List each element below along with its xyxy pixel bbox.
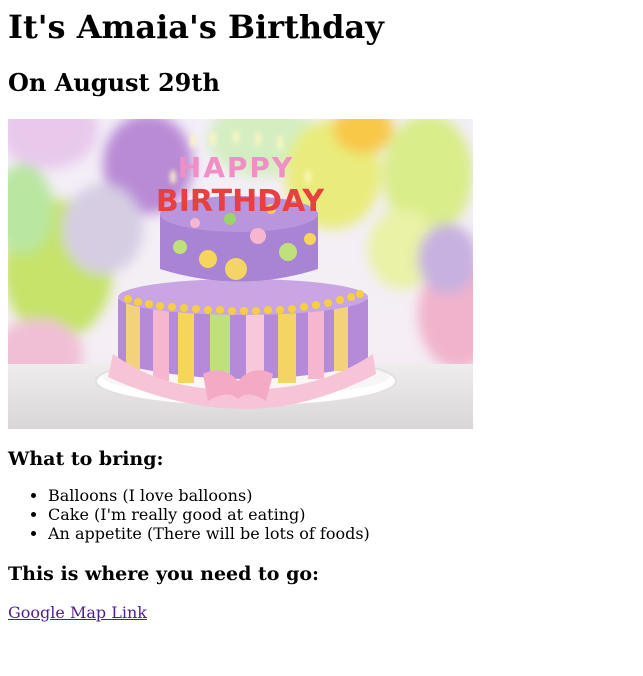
page-content: It's Amaia's Birthday On August 29th HAP…	[0, 8, 643, 622]
bring-heading: What to bring:	[8, 448, 164, 470]
list-item: An appetite (There will be lots of foods…	[48, 524, 635, 543]
list-item: Cake (I'm really good at eating)	[48, 505, 635, 524]
cake-text-happy: HAPPY	[178, 151, 294, 184]
google-map-link[interactable]: Google Map Link	[8, 603, 147, 622]
directions-heading: This is where you need to go:	[8, 563, 320, 585]
list-item: Balloons (I love balloons)	[48, 486, 635, 505]
birthday-cake-image: HAPPY BIRTHDAY	[8, 119, 473, 429]
cake-text-birthday: BIRTHDAY	[156, 184, 326, 219]
event-date: On August 29th	[8, 68, 220, 97]
bring-list: Balloons (I love balloons) Cake (I'm rea…	[8, 486, 635, 543]
page-title: It's Amaia's Birthday	[8, 8, 384, 46]
